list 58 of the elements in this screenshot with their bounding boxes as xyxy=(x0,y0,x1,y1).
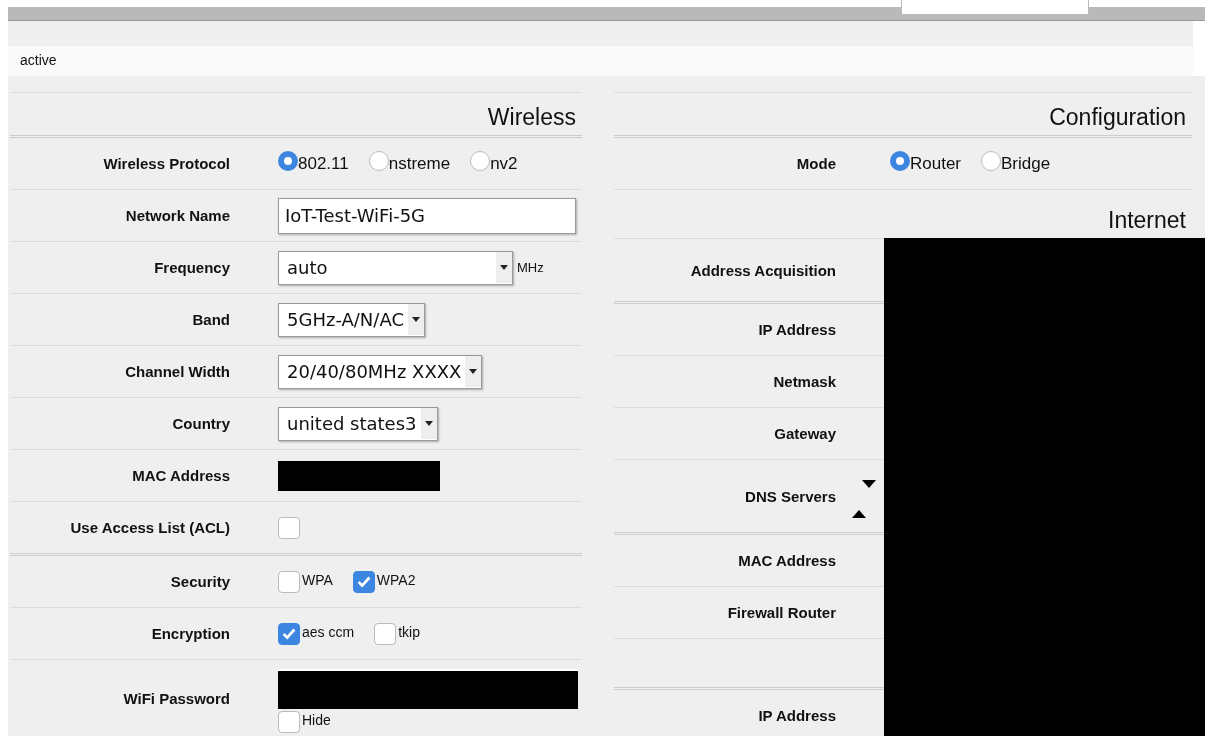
dropdown[interactable]: 20/40/80MHz XXXX xyxy=(278,354,483,389)
field-label: Address Acquisition xyxy=(689,261,836,279)
option-label: WPA2 xyxy=(376,571,416,588)
field-label: Country xyxy=(171,415,230,432)
dropdown[interactable]: united states3 xyxy=(278,406,438,441)
caret-icon xyxy=(496,252,512,283)
section-title: Internet xyxy=(1107,206,1187,235)
option-label: Bridge xyxy=(1001,153,1051,174)
checkbox[interactable] xyxy=(278,622,300,645)
radio-button[interactable] xyxy=(470,150,491,171)
checkbox[interactable] xyxy=(374,622,397,645)
field-label: Security xyxy=(169,573,230,590)
radio-button[interactable] xyxy=(278,150,298,171)
section-title: Configuration xyxy=(614,92,1192,138)
option-label: tkip xyxy=(398,623,420,640)
checkbox[interactable] xyxy=(278,570,300,593)
field-label: Use Access List (ACL) xyxy=(69,519,230,536)
field-label: Firewall Router xyxy=(726,604,836,621)
checkbox[interactable] xyxy=(278,711,300,733)
field-label: MAC Address xyxy=(737,552,836,569)
field-label: IP Address xyxy=(757,707,836,724)
radio-button[interactable] xyxy=(981,150,1002,171)
field-label: DNS Servers xyxy=(744,487,836,505)
option-label: nv2 xyxy=(490,153,518,174)
checkbox[interactable] xyxy=(352,570,375,593)
field-label: Gateway xyxy=(773,425,836,442)
field-label: Network Name xyxy=(124,207,230,224)
option-label: Hide xyxy=(302,712,331,728)
caret-icon xyxy=(465,356,482,387)
field-label: Mode xyxy=(795,155,836,172)
field-label: Encryption xyxy=(150,625,230,642)
option-label: nstreme xyxy=(388,153,451,174)
radio-button[interactable] xyxy=(368,150,389,171)
down-arrow-icon[interactable] xyxy=(862,480,876,488)
caret-icon xyxy=(420,408,437,439)
field-label: WiFi Password xyxy=(122,689,230,707)
field-label: Frequency xyxy=(153,259,230,276)
section-title: Wireless xyxy=(10,92,582,138)
field-label: Wireless Protocol xyxy=(102,155,230,172)
field-label: MAC Address xyxy=(131,467,230,484)
field-label: Channel Width xyxy=(124,363,230,380)
option-label: aes ccm xyxy=(302,623,355,640)
field-label: Netmask xyxy=(772,373,836,390)
dropdown[interactable]: 5GHz-A/N/AC xyxy=(278,302,425,337)
caret-icon xyxy=(407,304,424,335)
option-label: Router xyxy=(910,153,962,174)
field-label: IP Address xyxy=(757,321,836,338)
unit-label: MHz xyxy=(517,260,544,275)
field-label: Band xyxy=(191,311,230,328)
up-arrow-icon[interactable] xyxy=(852,510,866,518)
option-label: WPA xyxy=(302,571,333,588)
network-name-field[interactable]: IoT-Test-WiFi-5G xyxy=(278,197,576,234)
status-field: active xyxy=(8,21,1193,76)
checkbox[interactable] xyxy=(278,516,300,539)
radio-button[interactable] xyxy=(890,150,910,171)
option-label: 802.11 xyxy=(298,153,349,174)
input-field[interactable] xyxy=(901,0,1089,15)
dropdown[interactable]: auto xyxy=(278,250,513,285)
